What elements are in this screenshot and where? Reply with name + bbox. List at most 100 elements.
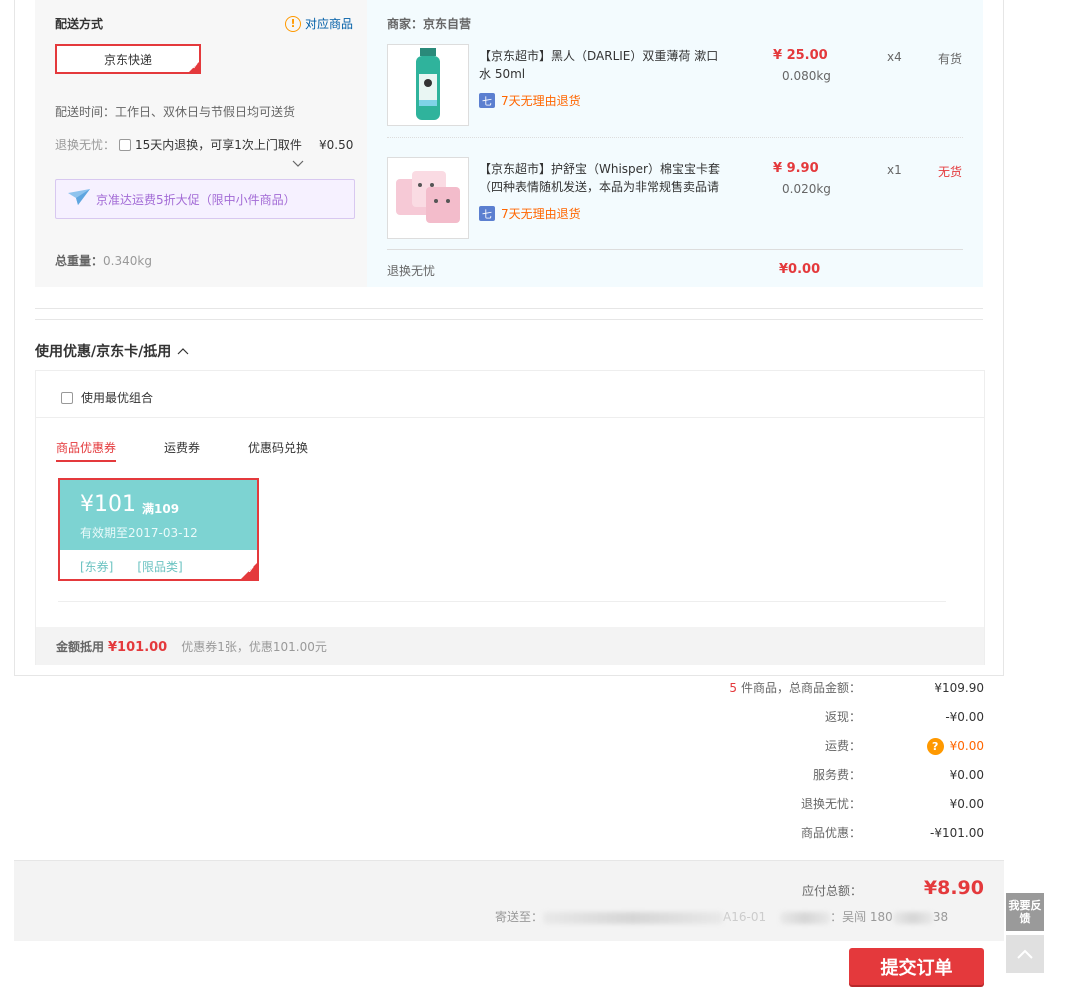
shipping-panel: 配送方式 ! 对应商品 京东快递 配送时间：工作日、双休日与节假日均可送货 退换… <box>35 0 367 287</box>
coupon-tag: [东券] <box>80 560 114 574</box>
product-name[interactable]: 【京东超市】黑人（DARLIE）双重薄荷 漱口水 50ml <box>479 47 724 83</box>
service-label: 服务费： <box>812 768 861 782</box>
selected-check-icon <box>187 60 201 74</box>
total-weight: 总重量：0.340kg <box>55 252 152 269</box>
shipping-promo-text: 京准达运费5折大促（限中小件商品） <box>96 192 296 207</box>
redacted-address <box>780 911 831 924</box>
cart-item: 【京东超市】护舒宝（Whisper）棉宝宝卡套（四种表情随机发送，本品为非常规售… <box>387 157 963 241</box>
tab-freight-coupon[interactable]: 运费券 <box>164 439 200 462</box>
return-service-fee: ¥0.50 <box>319 137 354 152</box>
return-value: ¥0.00 <box>949 797 984 811</box>
shipping-title: 配送方式 <box>55 17 104 31</box>
paper-plane-icon <box>68 189 90 205</box>
return-label: 退换无忧： <box>800 797 861 811</box>
selected-check-icon <box>239 561 259 581</box>
product-image[interactable] <box>387 44 469 126</box>
coupon-tabs: 商品优惠券 运费券 优惠码兑换 <box>56 439 356 462</box>
summary-row-freight: 运费： ? ¥0.00 <box>584 738 984 767</box>
coupon-divider <box>36 417 984 418</box>
submit-order-button[interactable]: 提交订单 <box>849 948 984 985</box>
return-policy-icon: 七 <box>479 93 495 108</box>
return-service-row: 退换无忧： 15天内退换，可享1次上门取件 ¥0.50 <box>55 136 355 153</box>
chevron-up-icon <box>1017 949 1033 959</box>
return-service-label: 退换无忧： <box>55 138 116 152</box>
coupon-section-title: 使用优惠/京东卡/抵用 <box>35 344 172 360</box>
discount-value: -¥101.00 <box>930 826 984 840</box>
discount-label: 商品优惠： <box>800 826 861 840</box>
return-policy-label: 7天无理由退货 <box>501 207 581 221</box>
summary-row-goods: 5 件商品，总商品金额： ¥109.90 <box>584 680 984 709</box>
total-weight-label: 总重量： <box>55 254 104 268</box>
product-weight: 0.080kg <box>782 69 831 83</box>
coupon-card[interactable]: ¥101 满109 有效期至2017-03-12 [东券] [限品类] <box>58 478 259 581</box>
receiver-label: ：吴闯 180 <box>830 910 893 924</box>
shipping-method-option[interactable]: 京东快递 <box>55 44 201 74</box>
warning-icon: ! <box>285 15 301 32</box>
item-divider <box>387 137 963 138</box>
coupon-divider <box>58 601 946 602</box>
question-icon[interactable]: ? <box>926 738 944 755</box>
product-name[interactable]: 【京东超市】护舒宝（Whisper）棉宝宝卡套（四种表情随机发送，本品为非常规售… <box>479 160 724 196</box>
items-panel: 商家：京东自营 【京东超市】黑人（DARLIE）双重薄荷 漱口水 50ml 七 … <box>367 0 983 287</box>
section-divider <box>35 319 983 320</box>
coupon-condition: 满109 <box>142 502 180 516</box>
best-combo-checkbox[interactable] <box>61 391 73 404</box>
payment-bar: 应付总额： ¥8.90 寄送至： A16-01 ：吴闯 180 38 <box>14 860 1004 941</box>
stock-status: 无货 <box>938 165 963 179</box>
summary-row-discount: 商品优惠： -¥101.00 <box>584 825 984 854</box>
cashback-label: 返现： <box>824 710 861 724</box>
product-weight: 0.020kg <box>782 182 831 196</box>
stock-status: 有货 <box>938 52 963 66</box>
coupon-panel: 使用最优组合 商品优惠券 运费券 优惠码兑换 ¥101 满109 有效期至201… <box>35 370 985 665</box>
freight-label: 运费： <box>824 739 861 753</box>
return-policy-tag: 七 7天无理由退货 <box>479 205 581 222</box>
tab-product-coupon[interactable]: 商品优惠券 <box>56 439 117 462</box>
section-divider <box>35 308 983 309</box>
coupon-tag: [限品类] <box>137 560 183 574</box>
receiver-tail: 38 <box>932 910 949 924</box>
redacted-phone <box>892 911 933 924</box>
summary-row-service: 服务费： ¥0.00 <box>584 767 984 796</box>
return-service-summary-value: ¥0.00 <box>779 262 821 277</box>
freight-value: ¥0.00 <box>949 739 984 753</box>
chevron-down-icon[interactable] <box>292 160 304 171</box>
tab-promo-code[interactable]: 优惠码兑换 <box>248 439 308 462</box>
ship-to-address: 寄送至： A16-01 ：吴闯 180 38 <box>495 908 948 925</box>
cart-item: 【京东超市】黑人（DARLIE）双重薄荷 漱口水 50ml 七 7天无理由退货 … <box>387 44 963 128</box>
return-policy-label: 7天无理由退货 <box>501 94 581 108</box>
service-value: ¥0.00 <box>949 768 984 782</box>
best-combo-row[interactable]: 使用最优组合 <box>61 389 153 406</box>
feedback-button[interactable]: 我要反馈 <box>1006 893 1044 931</box>
match-products-label: 对应商品 <box>305 17 354 31</box>
product-quantity: x1 <box>887 163 902 177</box>
return-service-option: 15天内退换，可享1次上门取件 <box>135 138 302 152</box>
product-quantity: x4 <box>887 50 902 64</box>
item-count: 5 <box>729 681 737 695</box>
seller-label: 商家：京东自营 <box>387 17 472 31</box>
total-value: ¥8.90 <box>923 877 984 899</box>
product-image[interactable] <box>387 157 469 239</box>
shipping-promo-banner[interactable]: 京准达运费5折大促（限中小件商品） <box>55 179 355 219</box>
deduct-info: 优惠券1张，优惠101.00元 <box>181 639 327 654</box>
back-to-top-button[interactable] <box>1006 935 1044 973</box>
return-service-checkbox[interactable] <box>119 138 132 151</box>
order-summary: 5 件商品，总商品金额： ¥109.90 返现： -¥0.00 运费： ? ¥0.… <box>584 680 984 854</box>
coupon-section-toggle[interactable]: 使用优惠/京东卡/抵用 <box>35 341 189 361</box>
chevron-up-icon <box>177 348 189 355</box>
delivery-time-value: 工作日、双休日与节假日均可送货 <box>115 105 296 119</box>
coupon-expiry: 有效期至2017-03-12 <box>80 526 198 540</box>
goods-label: 件商品，总商品金额： <box>740 681 861 695</box>
delivery-time-label: 配送时间： <box>55 105 116 119</box>
redacted-address <box>543 911 724 924</box>
total-label: 应付总额： <box>802 884 863 898</box>
product-price: ¥ 9.90 <box>773 161 819 176</box>
deduct-label: 金额抵用 ¥101.00 <box>56 639 168 655</box>
return-divider <box>387 249 963 250</box>
ship-to-label: 寄送至： <box>495 910 544 924</box>
cashback-value: -¥0.00 <box>945 710 984 724</box>
freight-value-wrap: ? ¥0.00 <box>926 738 984 755</box>
match-products-link[interactable]: ! 对应商品 <box>285 15 353 32</box>
coupon-card-header: ¥101 满109 有效期至2017-03-12 <box>60 480 257 550</box>
return-policy-icon: 七 <box>479 206 495 221</box>
deduct-value: ¥101.00 <box>108 639 168 655</box>
